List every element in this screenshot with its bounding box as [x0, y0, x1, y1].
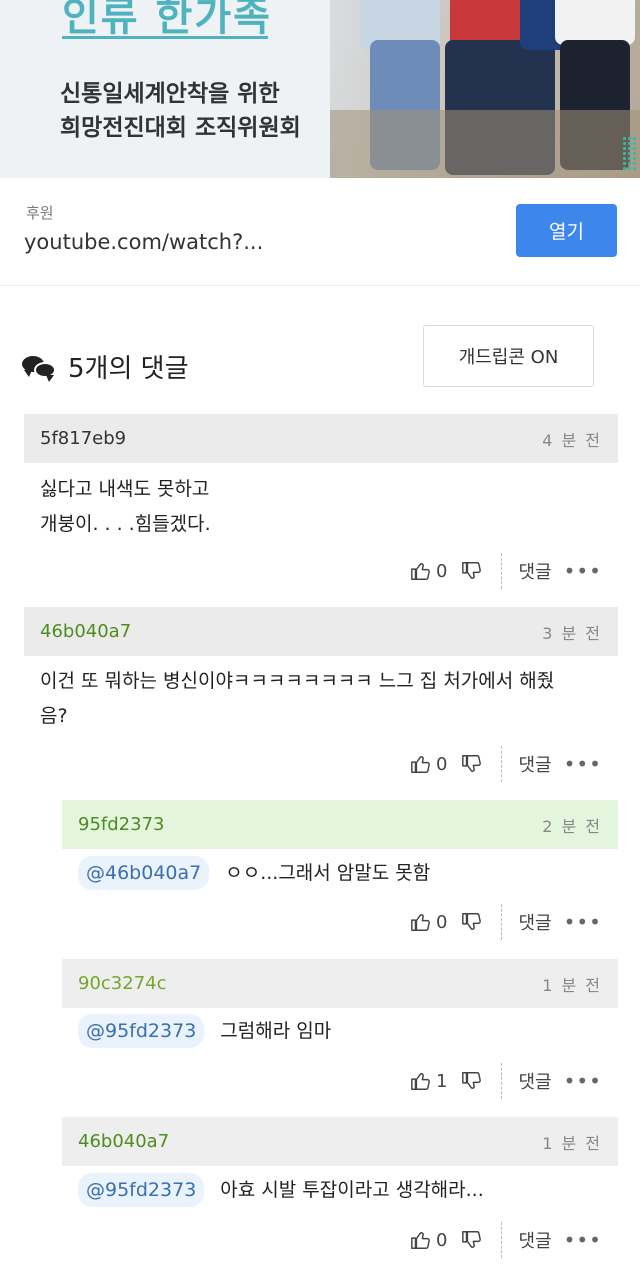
thumbs-up-icon [411, 756, 430, 773]
thumbs-down-icon[interactable] [461, 560, 483, 582]
action-divider [501, 553, 503, 589]
mention-tag[interactable]: @95fd2373 [78, 1014, 205, 1048]
like-count: 1 [436, 1070, 448, 1092]
sponsor-row: 후원 youtube.com/watch?... 열기 [0, 178, 640, 286]
comment-actions: 0 댓글 ••• [410, 1222, 602, 1258]
comment-header: 46b040a7 3 분 전 [24, 607, 618, 656]
ad-banner[interactable]: 인류 한가족 신통일세계안착을 위한 희망전진대회 조직위원회 [0, 0, 640, 178]
reply-button[interactable]: 댓글 [518, 558, 551, 584]
comment-body: 이건 또 뭐하는 병신이야ㅋㅋㅋㅋㅋㅋㅋㅋ 느그 집 처가에서 해줬 음? [40, 664, 620, 734]
sponsor-label: 후원 [26, 204, 54, 222]
comment-author[interactable]: 46b040a7 [40, 621, 131, 642]
thumbs-down-icon[interactable] [461, 1229, 483, 1251]
reply-body: @46b040a7 ㅇㅇ...그래서 암말도 못함 [78, 856, 430, 891]
emoticon-toggle-button[interactable]: 개드립콘 ON [423, 325, 594, 387]
like-count: 0 [436, 560, 448, 582]
comment-author[interactable]: 5f817eb9 [40, 428, 126, 449]
reply-button[interactable]: 댓글 [518, 751, 551, 777]
like-button[interactable]: 0 [410, 560, 447, 582]
more-options-icon[interactable]: ••• [564, 752, 602, 776]
thumbs-up-icon [411, 1073, 430, 1090]
mention-tag[interactable]: @46b040a7 [78, 856, 210, 890]
reply-header: 90c3274c 1 분 전 [62, 959, 618, 1008]
reply-text: ㅇㅇ...그래서 암말도 못함 [225, 862, 431, 884]
like-button[interactable]: 0 [410, 911, 447, 933]
comment-actions: 0 댓글 ••• [410, 904, 602, 940]
comment-actions: 1 댓글 ••• [410, 1063, 602, 1099]
reply-body: @95fd2373 아효 시발 투잡이라고 생각해라... [78, 1173, 484, 1208]
comment-time: 4 분 전 [542, 430, 602, 450]
more-options-icon[interactable]: ••• [564, 559, 602, 583]
like-button[interactable]: 1 [410, 1070, 447, 1092]
chat-bubbles-icon [22, 354, 58, 382]
comment-time: 1 분 전 [542, 975, 602, 995]
like-count: 0 [436, 911, 448, 933]
like-count: 0 [436, 753, 448, 775]
more-options-icon[interactable]: ••• [564, 910, 602, 934]
comments-count-title: 5개의 댓글 [68, 354, 189, 384]
thumbs-down-icon[interactable] [461, 1070, 483, 1092]
comment-time: 2 분 전 [542, 816, 602, 836]
comment-time: 3 분 전 [542, 623, 602, 643]
thumbs-up-icon [411, 1232, 430, 1249]
comment-author[interactable]: 95fd2373 [78, 814, 164, 835]
mention-tag[interactable]: @95fd2373 [78, 1173, 205, 1207]
action-divider [501, 1222, 503, 1258]
banner-line-1: 신통일세계안착을 위한 [60, 81, 280, 107]
sponsor-url[interactable]: youtube.com/watch?... [24, 230, 263, 254]
comment-line: 음? [40, 705, 68, 727]
reply-text: 아효 시발 투잡이라고 생각해라... [220, 1179, 484, 1201]
thumbs-down-icon[interactable] [461, 911, 483, 933]
banner-dot-pattern [622, 136, 636, 172]
reply-button[interactable]: 댓글 [518, 909, 551, 935]
reply-button[interactable]: 댓글 [518, 1068, 551, 1094]
action-divider [501, 904, 503, 940]
like-button[interactable]: 0 [410, 753, 447, 775]
banner-photo [330, 0, 640, 178]
thumbs-up-icon [411, 914, 430, 931]
reply-header: 46b040a7 1 분 전 [62, 1117, 618, 1166]
reply-header: 95fd2373 2 분 전 [62, 800, 618, 849]
photo-person-4 [555, 0, 635, 45]
action-divider [501, 746, 503, 782]
thumbs-down-icon[interactable] [461, 753, 483, 775]
comment-body: 싫다고 내색도 못하고 개붕이. . . .힘들겠다. [40, 472, 211, 542]
comment-author[interactable]: 90c3274c [78, 973, 167, 994]
comment-line: 싫다고 내색도 못하고 [40, 478, 210, 500]
comment-header: 5f817eb9 4 분 전 [24, 414, 618, 463]
comment-time: 1 분 전 [542, 1133, 602, 1153]
reply-text: 그럼해라 임마 [220, 1020, 332, 1042]
comment-actions: 0 댓글 ••• [410, 746, 602, 782]
photo-bench [330, 110, 640, 178]
comment-actions: 0 댓글 ••• [410, 553, 602, 589]
banner-text-panel: 인류 한가족 신통일세계안착을 위한 희망전진대회 조직위원회 [0, 0, 350, 178]
comment-line: 개붕이. . . .힘들겠다. [40, 513, 211, 535]
open-button[interactable]: 열기 [516, 204, 617, 257]
banner-line-2: 희망전진대회 조직위원회 [60, 115, 301, 141]
action-divider [501, 1063, 503, 1099]
comments-header: 5개의 댓글 [22, 348, 189, 385]
comment-author[interactable]: 46b040a7 [78, 1131, 169, 1152]
reply-button[interactable]: 댓글 [518, 1227, 551, 1253]
comment-line: 이건 또 뭐하는 병신이야ㅋㅋㅋㅋㅋㅋㅋㅋ 느그 집 처가에서 해줬 [40, 670, 555, 692]
more-options-icon[interactable]: ••• [564, 1069, 602, 1093]
like-button[interactable]: 0 [410, 1229, 447, 1251]
like-count: 0 [436, 1229, 448, 1251]
more-options-icon[interactable]: ••• [564, 1228, 602, 1252]
thumbs-up-icon [411, 563, 430, 580]
banner-underline [62, 36, 268, 39]
reply-body: @95fd2373 그럼해라 임마 [78, 1014, 331, 1049]
